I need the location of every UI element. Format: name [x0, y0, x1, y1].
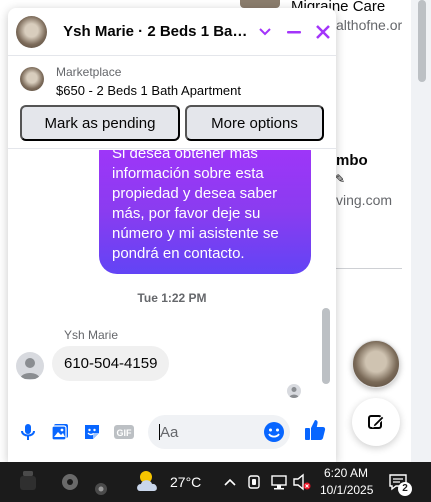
article-title[interactable]: mbo	[336, 152, 368, 169]
microphone-icon[interactable]	[16, 420, 40, 444]
article-url: ving.com	[336, 192, 393, 208]
new-message-button[interactable]	[352, 398, 400, 446]
outgoing-message[interactable]: Si desea obtener más información sobre e…	[99, 150, 311, 274]
message-input[interactable]	[160, 415, 260, 449]
chat-head-avatar[interactable]	[352, 340, 400, 388]
article-thumbnail[interactable]	[240, 0, 280, 8]
message-scrollbar[interactable]	[322, 308, 330, 384]
clock-time[interactable]: 6:20 AM	[324, 466, 368, 480]
chat-window: Ysh Marie · 2 Beds 1 Bath ... Marketplac…	[8, 8, 336, 462]
message-list[interactable]: Si desea obtener más información sobre e…	[8, 150, 336, 400]
thumbs-up-icon[interactable]	[302, 417, 328, 443]
volume-muted-icon[interactable]	[292, 473, 312, 491]
close-icon	[316, 24, 331, 39]
marketplace-panel: Marketplace $650 - 2 Beds 1 Bath Apartme…	[8, 57, 336, 149]
minimize-icon	[287, 30, 302, 33]
message-timestamp: Tue 1:22 PM	[137, 291, 207, 305]
composer: GIF	[8, 408, 336, 462]
edge-icon[interactable]	[18, 468, 38, 496]
close-button[interactable]	[311, 19, 336, 45]
files-icon[interactable]	[60, 472, 80, 492]
notification-count-badge: 2	[398, 482, 412, 496]
mark-as-pending-button[interactable]: Mark as pending	[20, 105, 180, 141]
sender-name: Ysh Marie	[64, 328, 119, 342]
clock-date[interactable]: 10/1/2025	[320, 483, 373, 497]
chat-header[interactable]: Ysh Marie · 2 Beds 1 Bath ...	[8, 8, 336, 56]
chevron-up-icon[interactable]	[222, 474, 238, 490]
listing-title[interactable]: $650 - 2 Beds 1 Bath Apartment	[56, 83, 241, 98]
contact-avatar[interactable]	[16, 15, 48, 48]
article-url: althofne.or	[336, 17, 403, 33]
chevron-down-icon[interactable]	[252, 19, 277, 45]
chrome-icon[interactable]	[94, 482, 108, 496]
taskbar: 27°C 6:20 AM 10/1/2025 2	[0, 462, 431, 502]
photo-icon[interactable]	[48, 420, 72, 444]
message-input-wrapper[interactable]	[148, 415, 290, 449]
gif-icon[interactable]: GIF	[112, 420, 136, 444]
seen-indicator-avatar	[287, 384, 301, 398]
sender-avatar[interactable]	[16, 352, 44, 380]
page-scrollbar-thumb[interactable]	[418, 0, 426, 82]
svg-text:GIF: GIF	[117, 428, 133, 438]
divider	[336, 268, 402, 269]
chat-title[interactable]: Ysh Marie · 2 Beds 1 Bath ...	[63, 23, 248, 40]
weather-icon[interactable]	[134, 467, 166, 497]
sticker-icon[interactable]	[80, 420, 104, 444]
minimize-button[interactable]	[281, 19, 306, 45]
marketplace-label: Marketplace	[56, 65, 122, 79]
weather-temperature[interactable]: 27°C	[170, 474, 201, 490]
more-options-button[interactable]: More options	[185, 105, 324, 141]
meet-now-icon[interactable]	[246, 473, 262, 491]
compose-icon	[368, 415, 385, 429]
pencil-icon: ✎	[335, 172, 346, 186]
incoming-message[interactable]: 610-504-4159	[52, 346, 170, 381]
emoji-icon[interactable]	[262, 420, 286, 444]
network-icon[interactable]	[270, 473, 288, 491]
listing-thumbnail[interactable]	[20, 67, 44, 91]
